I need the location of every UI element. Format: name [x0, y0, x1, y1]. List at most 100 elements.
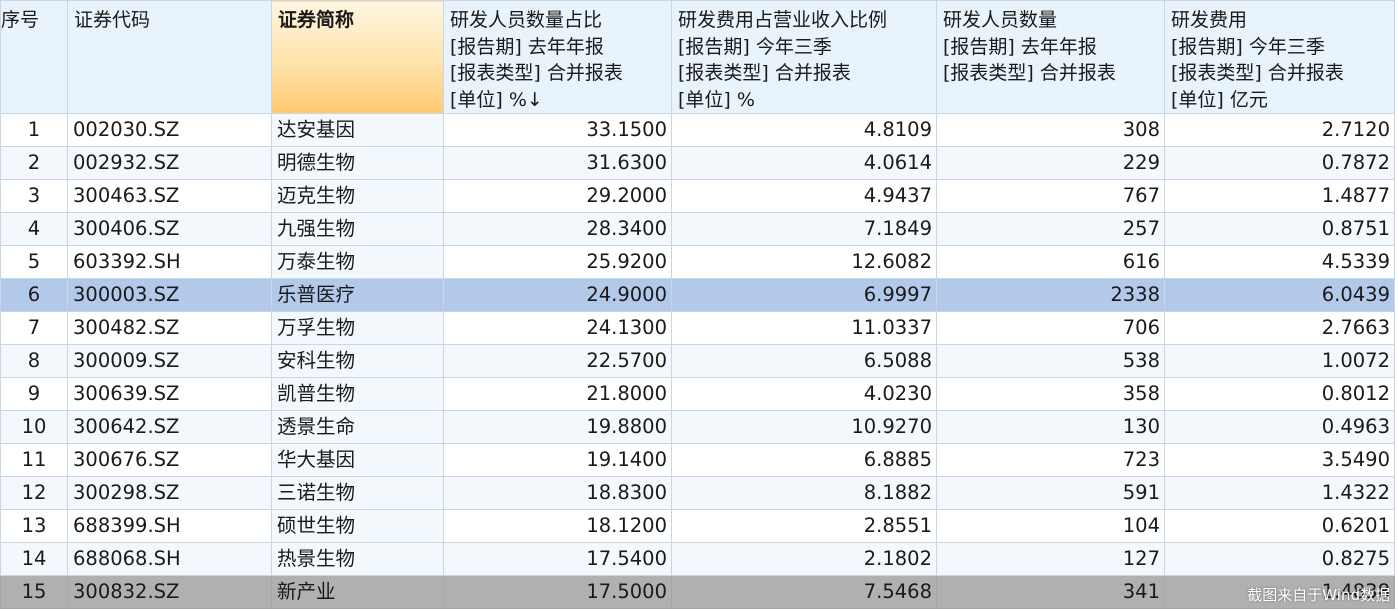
rd-staff-count-cell: 341: [936, 575, 1165, 609]
table-row[interactable]: 10 300642.SZ 透景生命 19.8800 10.9270 130 0.4963: [0, 410, 1395, 444]
column-header-rd-staff-ratio[interactable]: 研发人员数量占比 [报告期] 去年年报 [报表类型] 合并报表 [单位] %↓: [443, 0, 672, 114]
security-code-cell: 300482.SZ: [67, 311, 272, 345]
column-header-name[interactable]: 证券简称: [271, 0, 444, 114]
rd-staff-ratio-cell: 25.9200: [443, 245, 672, 279]
column-header-index[interactable]: 序号: [0, 0, 68, 114]
rd-expense-cell: 0.6201: [1164, 509, 1395, 543]
column-header-rd-staff-count[interactable]: 研发人员数量 [报告期] 去年年报 [报表类型] 合并报表: [936, 0, 1165, 114]
column-header-code[interactable]: 证券代码: [67, 0, 272, 114]
table-row[interactable]: 7 300482.SZ 万孚生物 24.1300 11.0337 706 2.7663: [0, 311, 1395, 345]
row-index-cell: 11: [0, 443, 68, 477]
table-row[interactable]: 5 603392.SH 万泰生物 25.9200 12.6082 616 4.5339: [0, 245, 1395, 279]
security-code-cell: 300676.SZ: [67, 443, 272, 477]
column-header-rd-expense-ratio[interactable]: 研发费用占营业收入比例 [报告期] 今年三季 [报表类型] 合并报表 [单位] …: [671, 0, 937, 114]
rd-staff-count-cell: 591: [936, 476, 1165, 510]
security-code-cell: 002932.SZ: [67, 146, 272, 180]
security-name-cell: 九强生物: [271, 212, 444, 246]
row-index-cell: 5: [0, 245, 68, 279]
rd-staff-count-cell: 723: [936, 443, 1165, 477]
rd-expense-ratio-cell: 12.6082: [671, 245, 937, 279]
table-row[interactable]: 8 300009.SZ 安科生物 22.5700 6.5088 538 1.0072: [0, 344, 1395, 378]
row-index-cell: 12: [0, 476, 68, 510]
security-code-cell: 300463.SZ: [67, 179, 272, 213]
rd-staff-count-cell: 767: [936, 179, 1165, 213]
rd-staff-count-cell: 257: [936, 212, 1165, 246]
rd-expense-ratio-cell: 6.9997: [671, 278, 937, 312]
rd-staff-ratio-cell: 29.2000: [443, 179, 672, 213]
rd-staff-count-cell: 706: [936, 311, 1165, 345]
rd-staff-ratio-cell: 18.8300: [443, 476, 672, 510]
rd-staff-ratio-cell: 28.3400: [443, 212, 672, 246]
security-name-cell: 透景生命: [271, 410, 444, 444]
security-code-cell: 603392.SH: [67, 245, 272, 279]
rd-staff-count-cell: 2338: [936, 278, 1165, 312]
rd-expense-cell: 0.8275: [1164, 542, 1395, 576]
rd-staff-ratio-cell: 33.1500: [443, 113, 672, 147]
rd-staff-count-cell: 130: [936, 410, 1165, 444]
table-row[interactable]: 14 688068.SH 热景生物 17.5400 2.1802 127 0.8275: [0, 542, 1395, 576]
row-index-cell: 8: [0, 344, 68, 378]
security-code-cell: 300009.SZ: [67, 344, 272, 378]
table-row[interactable]: 11 300676.SZ 华大基因 19.1400 6.8885 723 3.5490: [0, 443, 1395, 477]
table-header: 序号 证券代码 证券简称 研发人员数量占比 [报告期] 去年年报 [报表类型] …: [0, 0, 1395, 114]
row-index-cell: 7: [0, 311, 68, 345]
rd-expense-cell: 1.4877: [1164, 179, 1395, 213]
rd-staff-ratio-cell: 24.1300: [443, 311, 672, 345]
row-index-cell: 10: [0, 410, 68, 444]
rd-expense-ratio-cell: 4.0614: [671, 146, 937, 180]
security-code-cell: 688399.SH: [67, 509, 272, 543]
rd-staff-count-cell: 104: [936, 509, 1165, 543]
rd-expense-cell: 0.4963: [1164, 410, 1395, 444]
table-row[interactable]: 9 300639.SZ 凯普生物 21.8000 4.0230 358 0.8012: [0, 377, 1395, 411]
rd-staff-count-cell: 616: [936, 245, 1165, 279]
row-index-cell: 1: [0, 113, 68, 147]
rd-staff-count-cell: 229: [936, 146, 1165, 180]
rd-expense-ratio-cell: 8.1882: [671, 476, 937, 510]
security-name-cell: 热景生物: [271, 542, 444, 576]
table-row[interactable]: 1 002030.SZ 达安基因 33.1500 4.8109 308 2.7120: [0, 113, 1395, 147]
security-code-cell: 300003.SZ: [67, 278, 272, 312]
column-header-rd-expense[interactable]: 研发费用 [报告期] 今年三季 [报表类型] 合并报表 [单位] 亿元: [1164, 0, 1395, 114]
rd-expense-ratio-cell: 4.8109: [671, 113, 937, 147]
rd-staff-count-cell: 358: [936, 377, 1165, 411]
rd-expense-ratio-cell: 10.9270: [671, 410, 937, 444]
rd-expense-ratio-cell: 7.1849: [671, 212, 937, 246]
rd-staff-count-cell: 127: [936, 542, 1165, 576]
row-index-cell: 13: [0, 509, 68, 543]
data-table: 序号 证券代码 证券简称 研发人员数量占比 [报告期] 去年年报 [报表类型] …: [0, 0, 1395, 609]
security-code-cell: 300406.SZ: [67, 212, 272, 246]
row-index-cell: 9: [0, 377, 68, 411]
security-name-cell: 凯普生物: [271, 377, 444, 411]
rd-expense-ratio-cell: 4.0230: [671, 377, 937, 411]
security-name-cell: 三诺生物: [271, 476, 444, 510]
rd-staff-ratio-cell: 21.8000: [443, 377, 672, 411]
rd-expense-cell: 2.7663: [1164, 311, 1395, 345]
rd-expense-cell: 1.4322: [1164, 476, 1395, 510]
table-body: 1 002030.SZ 达安基因 33.1500 4.8109 308 2.7120 2 002…: [0, 113, 1395, 609]
rd-expense-ratio-cell: 7.5468: [671, 575, 937, 609]
table-row[interactable]: 12 300298.SZ 三诺生物 18.8300 8.1882 591 1.4322: [0, 476, 1395, 510]
rd-staff-ratio-cell: 31.6300: [443, 146, 672, 180]
table-row[interactable]: 15 300832.SZ 新产业 17.5000 7.5468 341 1.4838: [0, 575, 1395, 609]
table-row[interactable]: 13 688399.SH 硕世生物 18.1200 2.8551 104 0.6201: [0, 509, 1395, 543]
rd-staff-ratio-cell: 18.1200: [443, 509, 672, 543]
rd-staff-ratio-cell: 24.9000: [443, 278, 672, 312]
security-code-cell: 688068.SH: [67, 542, 272, 576]
security-name-cell: 万泰生物: [271, 245, 444, 279]
watermark: 截图来自于Wind数据: [1247, 586, 1390, 604]
table-row[interactable]: 4 300406.SZ 九强生物 28.3400 7.1849 257 0.8751: [0, 212, 1395, 246]
security-name-cell: 新产业: [271, 575, 444, 609]
security-code-cell: 300642.SZ: [67, 410, 272, 444]
security-name-cell: 达安基因: [271, 113, 444, 147]
rd-expense-ratio-cell: 2.1802: [671, 542, 937, 576]
table-row[interactable]: 3 300463.SZ 迈克生物 29.2000 4.9437 767 1.4877: [0, 179, 1395, 213]
rd-expense-ratio-cell: 6.5088: [671, 344, 937, 378]
row-index-cell: 4: [0, 212, 68, 246]
rd-staff-count-cell: 308: [936, 113, 1165, 147]
table-row[interactable]: 2 002932.SZ 明德生物 31.6300 4.0614 229 0.7872: [0, 146, 1395, 180]
security-code-cell: 300298.SZ: [67, 476, 272, 510]
row-index-cell: 3: [0, 179, 68, 213]
security-name-cell: 万孚生物: [271, 311, 444, 345]
rd-expense-cell: 0.7872: [1164, 146, 1395, 180]
table-row[interactable]: 6 300003.SZ 乐普医疗 24.9000 6.9997 2338 6.0439: [0, 278, 1395, 312]
